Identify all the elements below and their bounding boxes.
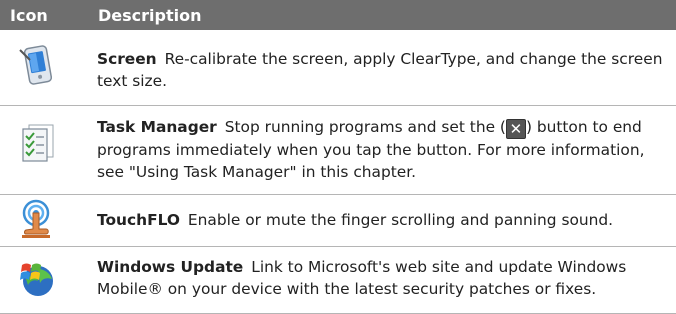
table-row: Screen Re-calibrate the screen, apply Cle… — [0, 30, 676, 106]
icon-column-header: Icon — [10, 6, 48, 25]
row-text: Re-calibrate the screen, apply ClearType… — [97, 50, 663, 90]
row-title: TouchFLO — [97, 211, 180, 229]
task-manager-icon — [16, 122, 58, 164]
row-description: Task Manager Stop running programs and se… — [97, 116, 663, 183]
row-description: TouchFLO Enable or mute the finger scroll… — [97, 209, 663, 231]
row-text: Enable or mute the finger scrolling and … — [187, 211, 614, 229]
table-row: TouchFLO Enable or mute the finger scroll… — [0, 195, 676, 247]
table-row: Task Manager Stop running programs and se… — [0, 106, 676, 195]
row-title: Windows Update — [97, 258, 244, 276]
row-title: Screen — [97, 50, 157, 68]
row-description: Screen Re-calibrate the screen, apply Cle… — [97, 48, 663, 92]
row-title: Task Manager — [97, 118, 217, 136]
row-description: Windows Update Link to Microsoft's web si… — [97, 256, 663, 300]
screen-pda-icon — [16, 44, 58, 86]
description-column-header: Description — [98, 6, 202, 25]
touchflo-icon — [16, 199, 58, 241]
windows-update-icon — [16, 257, 58, 299]
table-row: Windows Update Link to Microsoft's web si… — [0, 247, 676, 314]
table-header: Icon Description — [0, 0, 676, 30]
row-text-before: Stop running programs and set the ( — [224, 118, 506, 136]
close-button-icon: ✕ — [505, 119, 526, 139]
